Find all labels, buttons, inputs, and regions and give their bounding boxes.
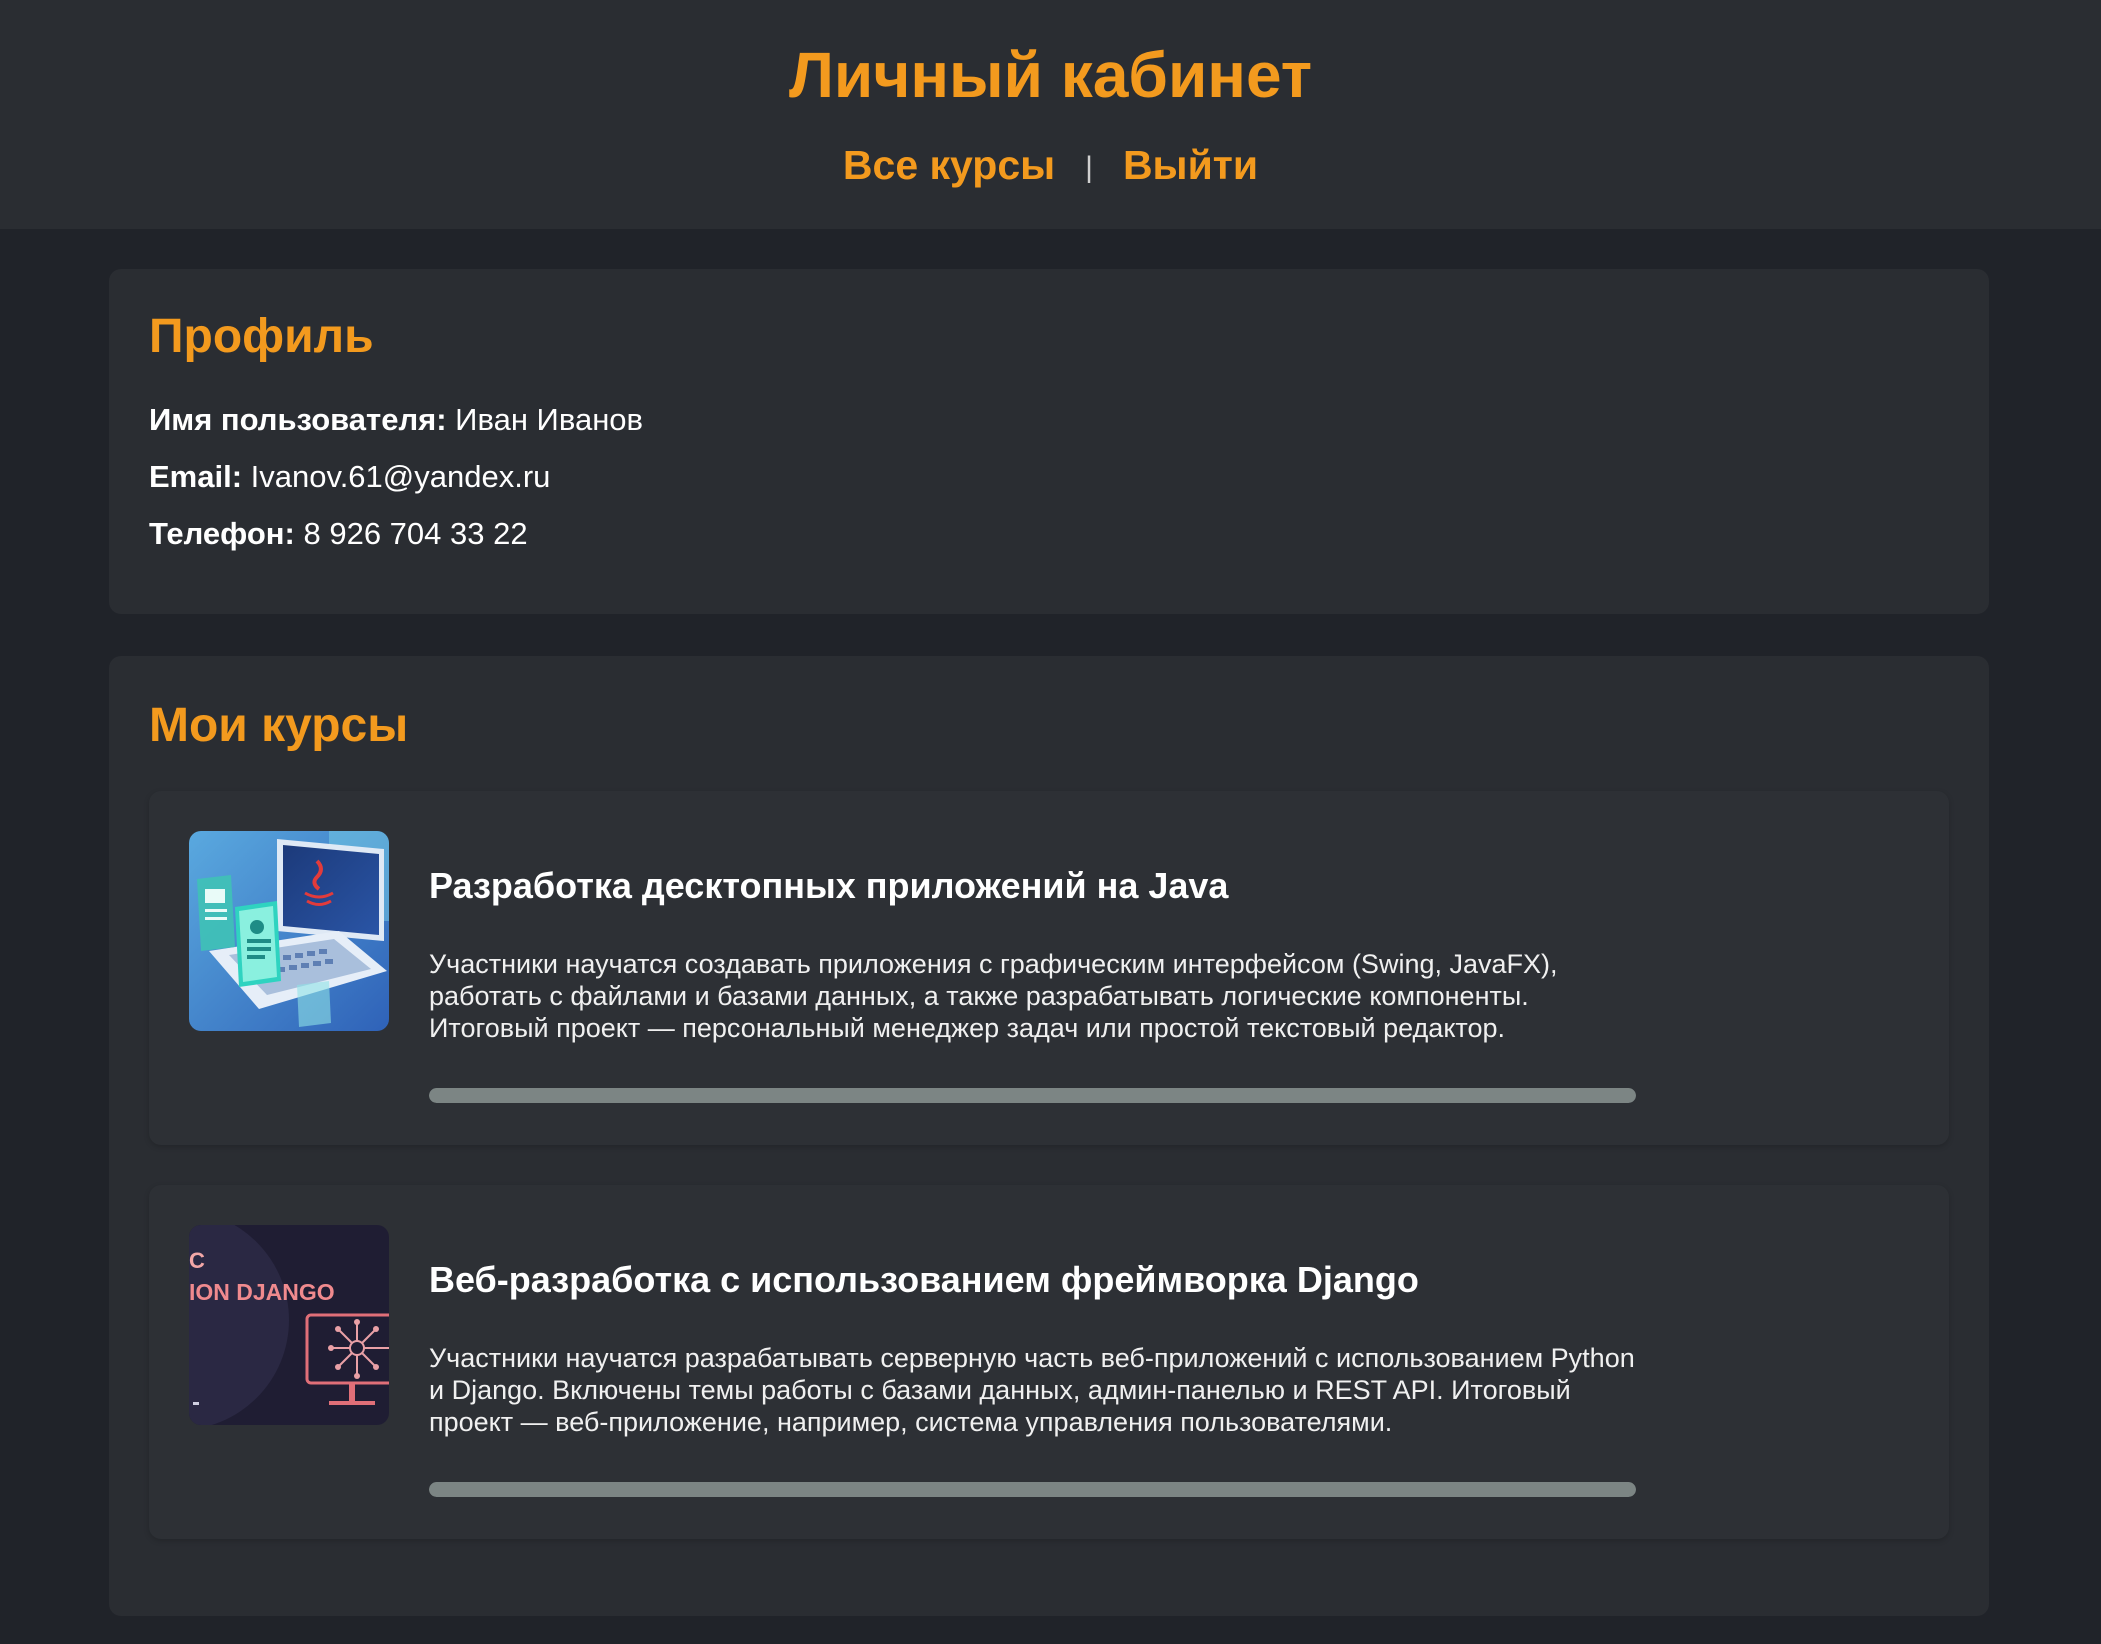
profile-heading: Профиль <box>149 310 374 363</box>
all-courses-link[interactable]: Все курсы <box>843 142 1055 188</box>
username-row: Имя пользователя: Иван Иванов <box>149 400 643 440</box>
course-progress-bar <box>429 1088 1636 1103</box>
course-title[interactable]: Разработка десктопных приложений на Java <box>429 864 1228 908</box>
course-description: Участники научатся создавать приложения … <box>429 949 1558 1043</box>
site-header: Личный кабинет Все курсы | Выйти <box>0 0 2101 229</box>
django-course-image: C ION DJANGO <box>189 1225 389 1425</box>
django-monitor-icon: C ION DJANGO <box>189 1225 389 1425</box>
course-progress-bar <box>429 1482 1636 1497</box>
phone-value: 8 926 704 33 22 <box>303 516 528 551</box>
phone-label: Телефон: <box>149 516 295 551</box>
nav-separator: | <box>1085 151 1093 185</box>
username-label: Имя пользователя: <box>149 402 447 437</box>
email-value: Ivanov.61@yandex.ru <box>250 459 551 494</box>
course-card-java[interactable]: Разработка десктопных приложений на Java… <box>149 791 1949 1145</box>
svg-text:ION DJANGO: ION DJANGO <box>189 1279 335 1305</box>
page-title: Личный кабинет <box>788 39 1313 111</box>
phone-row: Телефон: 8 926 704 33 22 <box>149 514 528 554</box>
username-value: Иван Иванов <box>455 402 644 437</box>
course-title[interactable]: Веб-разработка с использованием фреймвор… <box>429 1258 1419 1302</box>
svg-text:C: C <box>189 1248 205 1273</box>
java-laptop-icon <box>189 831 389 1031</box>
course-progress-fill <box>429 1088 1636 1103</box>
email-label: Email: <box>149 459 243 494</box>
courses-card: Мои курсы Разработка десктопных приложен… <box>109 656 1989 1616</box>
email-row: Email: Ivanov.61@yandex.ru <box>149 457 550 497</box>
main-nav: Все курсы | Выйти <box>0 140 2101 193</box>
course-card-django[interactable]: C ION DJANGO Веб-разработка с использова… <box>149 1185 1949 1539</box>
course-progress-fill <box>429 1482 1636 1497</box>
course-description: Участники научатся разрабатывать серверн… <box>429 1343 1635 1437</box>
courses-heading: Мои курсы <box>149 699 409 752</box>
profile-card: Профиль Имя пользователя: Иван Иванов Em… <box>109 269 1989 614</box>
java-course-image <box>189 831 389 1031</box>
logout-link[interactable]: Выйти <box>1123 142 1258 188</box>
